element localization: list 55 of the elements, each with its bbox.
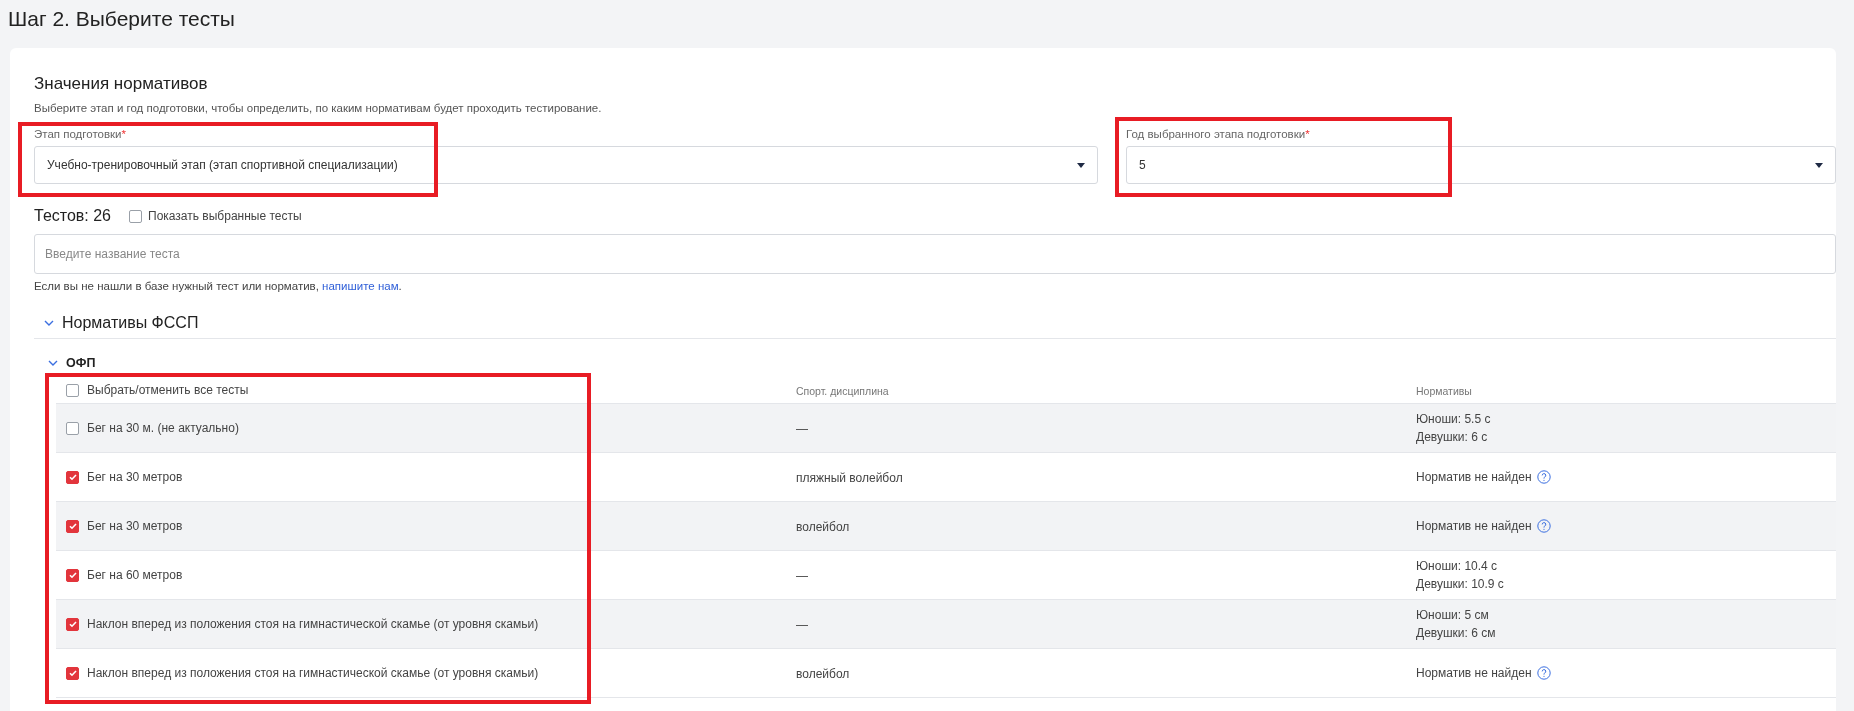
field-label: Год выбранного этапа подготовки [1126,128,1306,140]
select-all-label[interactable]: Выбрать/отменить все тесты [87,383,249,397]
checkbox[interactable] [66,519,79,533]
norm-value: Девушки: 6 с [1416,430,1489,444]
checkbox-label[interactable]: Показать выбранные тесты [148,209,302,223]
select-field[interactable]: Учебно-тренировочный этап (этап спортивной специализации) [34,146,1098,184]
checkbox[interactable] [66,568,79,582]
help-icon[interactable] [1536,519,1551,533]
discipline-cell: — [796,422,808,436]
norm-value: Девушки: 10.9 с [1416,577,1505,591]
field-label: Этап подготовки [34,128,122,140]
test-name: Наклон вперед из положения стоя на гимнастической скамье (от уровня скамьи) [87,617,539,631]
column-header: Нормативы [1416,385,1472,397]
checkbox[interactable] [129,209,142,223]
search-field[interactable]: Введите название теста [34,234,1836,274]
chevron-icon[interactable] [44,320,54,326]
discipline-cell: волейбол [796,667,850,681]
required-mark: * [121,128,126,140]
group-title[interactable]: Нормативы ФССП [62,314,199,332]
required-mark: * [1305,128,1310,140]
select-field[interactable]: 5 [1126,146,1836,184]
checkbox[interactable] [66,421,79,435]
section-description: Выберите этап и год подготовки, чтобы определить, по каким нормативам будет проходить тестирование. [34,102,603,116]
note-text: Если вы не нашли в базе нужный тест или норматив, напишите нам. [34,280,403,294]
checkbox[interactable] [66,470,79,484]
checkbox[interactable] [66,666,79,680]
test-name: Бег на 30 метров [87,470,183,484]
discipline-cell: — [796,569,808,583]
page-title: Шаг 2. Выберите тесты [7,6,236,32]
caret-icon [1815,162,1823,168]
tests-count: Тестов: 26 [34,207,111,225]
test-name: Бег на 30 м. (не актуально) [87,421,239,435]
help-icon[interactable] [1536,470,1551,484]
norm-value: Юноши: 10.4 с [1416,559,1499,573]
subgroup-title[interactable]: ОФП [66,356,96,370]
norm-not-found: Норматив не найден [1416,666,1532,680]
caret-icon [1077,162,1085,168]
norm-not-found: Норматив не найден [1416,470,1532,484]
norm-value: Юноши: 5 см [1416,608,1490,622]
discipline-cell: пляжный волейбол [796,471,903,485]
checkbox[interactable] [66,383,79,397]
norm-value: Девушки: 6 см [1416,626,1497,640]
column-header: Спорт. дисциплина [796,385,889,397]
discipline-cell: волейбол [796,520,850,534]
section-title: Значения нормативов [34,74,209,95]
test-name: Бег на 30 метров [87,519,183,533]
checkbox[interactable] [66,617,79,631]
chevron-icon[interactable] [48,360,58,366]
test-name: Наклон вперед из положения стоя на гимнастической скамье (от уровня скамьи) [87,666,539,680]
test-name: Бег на 60 метров [87,568,183,582]
norm-value: Юноши: 5.5 с [1416,412,1492,426]
norm-not-found: Норматив не найден [1416,519,1532,533]
help-icon[interactable] [1536,666,1551,680]
write-us-link[interactable]: напишите нам [322,280,399,292]
discipline-cell: — [796,618,808,632]
